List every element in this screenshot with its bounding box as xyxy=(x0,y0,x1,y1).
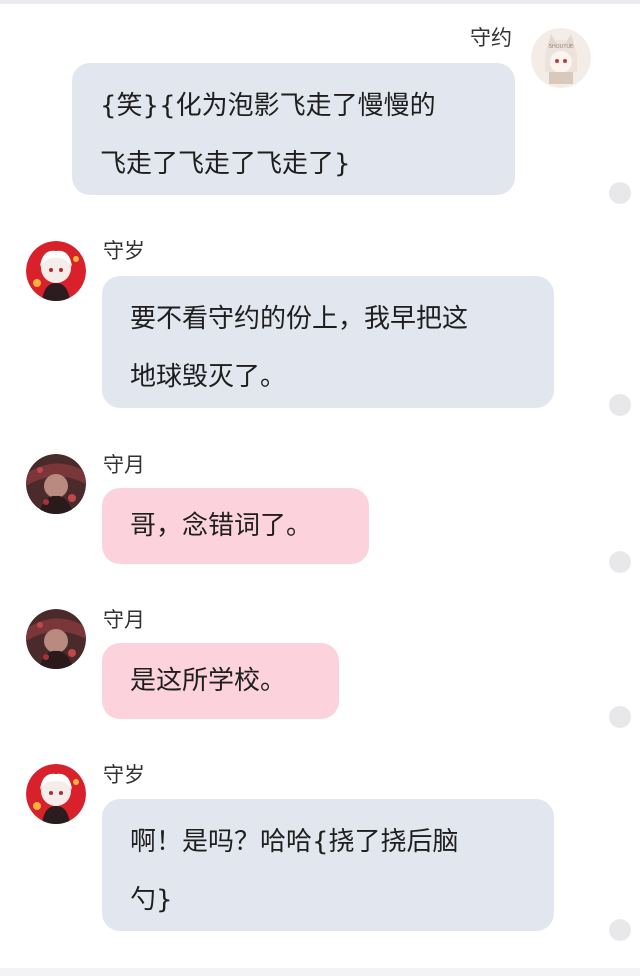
message-bubble[interactable]: 要不看守约的份上，我早把这 地球毁灭了。 xyxy=(102,276,554,408)
message-bubble[interactable]: 哥，念错词了。 xyxy=(102,488,369,564)
message-status-dot xyxy=(609,706,631,728)
message-text: 啊！是吗？哈哈{挠了挠后脑 xyxy=(130,827,459,857)
message-status-dot xyxy=(609,394,631,416)
avatar-shouyue-moon[interactable] xyxy=(26,609,86,669)
message-status-dot xyxy=(609,551,631,573)
top-divider xyxy=(0,0,640,4)
message-bubble[interactable]: 是这所学校。 xyxy=(102,643,339,719)
message-text: 哥，念错词了。 xyxy=(130,511,313,541)
message-text: 地球毁灭了。 xyxy=(130,362,287,392)
avatar-shousui[interactable] xyxy=(26,764,86,824)
message-status-dot xyxy=(609,182,631,204)
bottom-divider xyxy=(0,968,640,976)
message-text: 是这所学校。 xyxy=(130,666,287,696)
message-text: {笑}{化为泡影飞走了慢慢的 xyxy=(100,91,436,121)
sender-name: 守约 xyxy=(470,26,512,50)
sender-name: 守岁 xyxy=(103,239,145,263)
avatar-shousui[interactable] xyxy=(26,241,86,301)
sender-name: 守月 xyxy=(103,608,145,632)
svg-text:SHOUYUE: SHOUYUE xyxy=(549,44,573,50)
message-bubble[interactable]: {笑}{化为泡影飞走了慢慢的 飞走了飞走了飞走了} xyxy=(72,63,515,195)
message-text: 要不看守约的份上，我早把这 xyxy=(130,304,469,334)
sender-name: 守月 xyxy=(103,453,145,477)
message-text: 勺} xyxy=(130,885,173,915)
sender-name: 守岁 xyxy=(103,763,145,787)
message-bubble[interactable]: 啊！是吗？哈哈{挠了挠后脑 勺} xyxy=(102,799,554,931)
message-status-dot xyxy=(609,919,631,941)
avatar-shouyue-moon[interactable] xyxy=(26,454,86,514)
message-text: 飞走了飞走了飞走了} xyxy=(100,149,351,179)
avatar-shouyue[interactable]: SHOUYUE xyxy=(531,28,591,88)
